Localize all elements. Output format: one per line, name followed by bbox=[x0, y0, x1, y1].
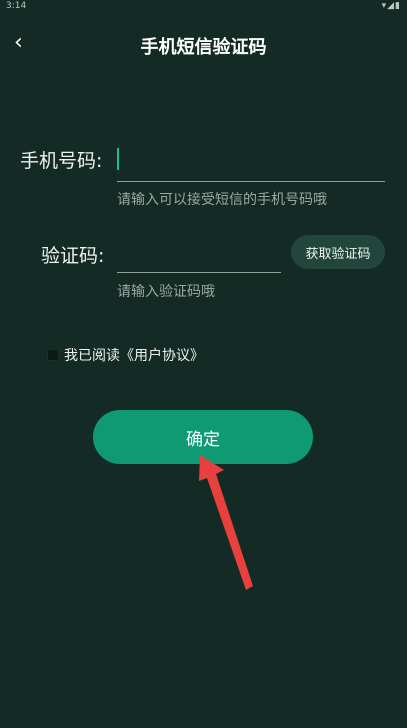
annotation-arrow-icon bbox=[199, 455, 253, 590]
